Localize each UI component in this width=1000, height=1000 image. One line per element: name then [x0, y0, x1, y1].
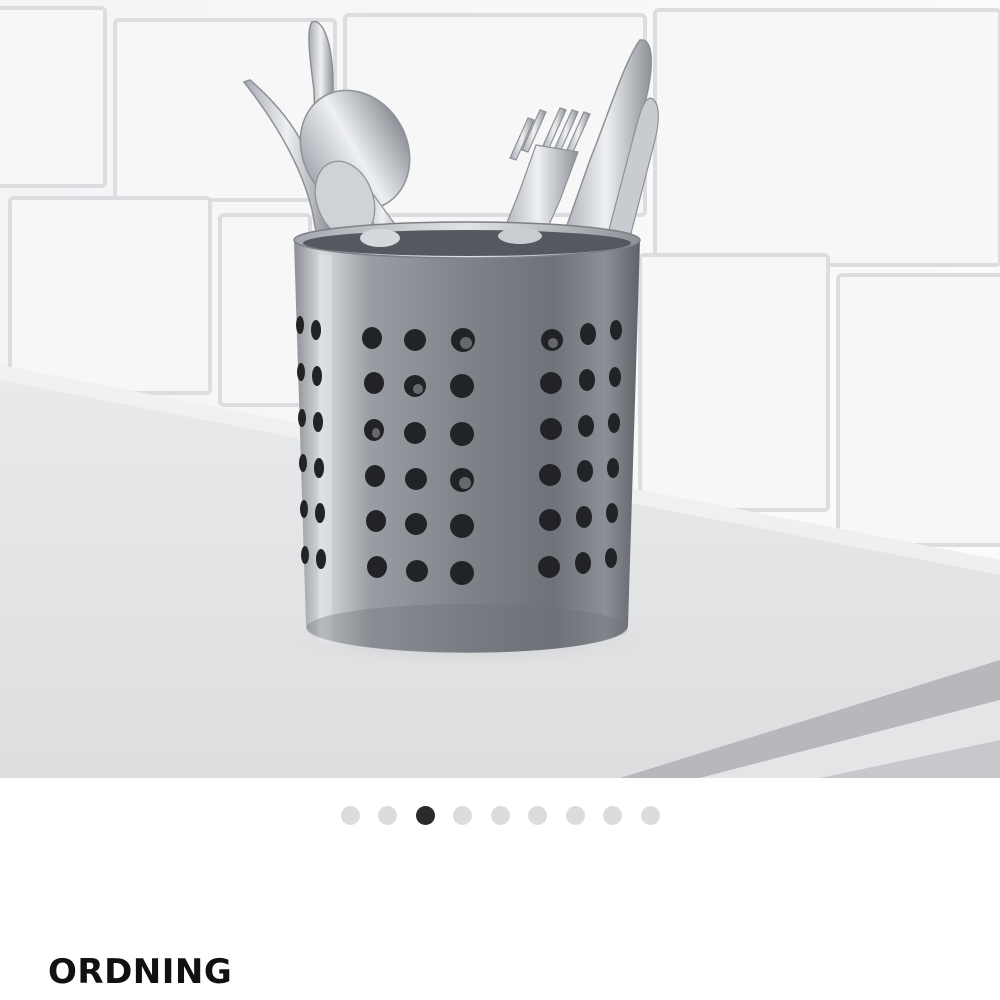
pagination-dot[interactable]	[528, 805, 547, 825]
pagination-dot[interactable]	[490, 805, 510, 825]
product-page: ORDNING	[0, 0, 1000, 1000]
pagination-dot[interactable]	[340, 805, 360, 825]
gallery-pagination	[0, 805, 1000, 825]
pagination-dot[interactable]	[565, 805, 585, 825]
pagination-dot[interactable]	[453, 805, 472, 825]
pagination-dot[interactable]	[603, 805, 622, 825]
pagination-dot[interactable]	[378, 805, 397, 825]
cutlery-caddy-photo	[0, 0, 1000, 778]
pagination-dot[interactable]	[640, 805, 660, 825]
product-title: ORDNING	[48, 952, 233, 992]
pagination-dot-active[interactable]	[415, 805, 435, 825]
product-image-gallery[interactable]	[0, 0, 1000, 778]
